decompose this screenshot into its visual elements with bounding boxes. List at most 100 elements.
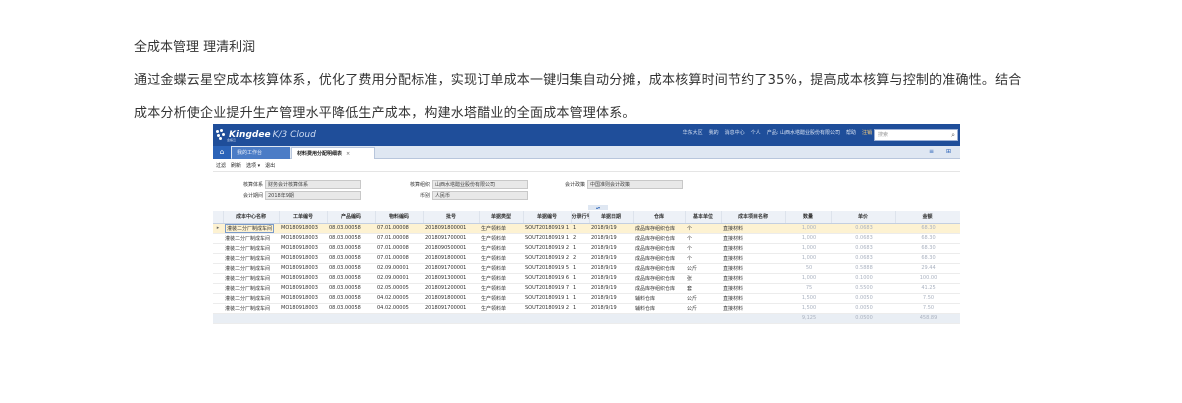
column-header[interactable]: 单据类型 xyxy=(479,211,524,224)
column-header[interactable]: 工单编号 xyxy=(279,211,328,224)
nav-messages[interactable]: 消息中心 xyxy=(725,129,745,136)
column-header[interactable]: 单据日期 xyxy=(589,211,634,224)
column-header[interactable]: 金额 xyxy=(895,211,960,224)
table-cell: 08.03.00058 xyxy=(327,273,375,284)
table-cell: MO180918003 xyxy=(279,293,327,304)
table-cell: 生产领料单 xyxy=(479,303,523,314)
column-header[interactable]: 产品编码 xyxy=(327,211,376,224)
org-value[interactable]: 山西水塔醋业股份有限公司 xyxy=(432,180,528,189)
table-cell: 2018091700001 xyxy=(423,303,479,314)
total-cell xyxy=(685,313,721,324)
close-icon[interactable]: × xyxy=(346,151,350,157)
tab-material-cost-allocation[interactable]: 材料费用分配明细表 × xyxy=(291,147,375,159)
column-header[interactable]: 成本中心名称 xyxy=(223,211,280,224)
table-cell: 2018090500001 xyxy=(423,243,479,254)
logo-subtitle: 金蝶云 xyxy=(227,138,237,142)
search-icon[interactable]: ⌕ xyxy=(951,130,955,140)
nav-organization[interactable]: 产品: 山西水塔醋业股份有限公司 xyxy=(767,129,840,136)
column-header[interactable]: 物料编码 xyxy=(375,211,424,224)
row-indicator xyxy=(213,303,223,314)
row-indicator xyxy=(213,233,223,244)
table-cell: 0.0050 xyxy=(831,293,895,304)
app-header: Kingdee K/3 Cloud 金蝶云 华东大区 我的 消息中心 个人 产品:… xyxy=(213,124,960,146)
nav-logout[interactable]: 注销 xyxy=(862,129,872,136)
refresh-button[interactable]: 刷新 xyxy=(231,162,241,169)
table-cell: 02.05.00005 xyxy=(375,283,423,294)
table-cell: MO180918003 xyxy=(279,243,327,254)
table-row[interactable]: 灌装二分厂制成车间 MO180918003 08.03.00058 07.01.000… xyxy=(213,233,960,244)
account-book-value[interactable]: 财务会计核算体系 xyxy=(265,180,361,189)
filter-button[interactable]: 过滤 xyxy=(216,162,226,169)
article: 全成本管理 理清利润 通过金蝶云星空成本核算体系，优化了费用分配标准，实现订单成… xyxy=(134,38,1034,130)
table-cell: 7.50 xyxy=(895,293,960,304)
table-cell: 灌装二分厂制成车间 xyxy=(223,223,279,234)
total-cell xyxy=(633,313,685,324)
nav-help[interactable]: 帮助 xyxy=(846,129,856,136)
tab-workbench[interactable]: 我的工作台 xyxy=(232,147,290,159)
total-cell xyxy=(213,313,223,324)
grid-body: ▸ 灌装二分厂制成车间 MO180918003 08.03.00058 07.01.00… xyxy=(213,223,960,324)
column-header[interactable]: 分录行号 xyxy=(571,211,590,224)
table-cell: 2018/9/19 xyxy=(589,243,633,254)
field-currency: 币别 人民币 xyxy=(398,191,528,200)
period-value[interactable]: 2018年9期 xyxy=(265,191,361,200)
table-cell: 2018/9/19 xyxy=(589,283,633,294)
table-cell: 02.09.00001 xyxy=(375,273,423,284)
column-header[interactable] xyxy=(213,211,224,224)
total-cell xyxy=(721,313,785,324)
options-button[interactable]: 选项 ▾ xyxy=(246,162,260,169)
column-header[interactable]: 仓库 xyxy=(633,211,686,224)
table-row[interactable]: 灌装二分厂制成车间 MO180918003 08.03.00058 02.05.000… xyxy=(213,283,960,294)
table-cell: 成品库存组织仓库 xyxy=(633,243,685,254)
exit-button[interactable]: 退出 xyxy=(265,162,275,169)
table-cell: 个 xyxy=(685,233,721,244)
currency-value[interactable]: 人民币 xyxy=(432,191,528,200)
table-row[interactable]: 灌装二分厂制成车间 MO180918003 08.03.00058 04.02.000… xyxy=(213,293,960,304)
table-cell: 2018/9/19 xyxy=(589,273,633,284)
tab-tools[interactable]: ≡ ⊞ xyxy=(929,148,956,155)
table-cell: 29.44 xyxy=(895,263,960,274)
table-row[interactable]: 灌装二分厂制成车间 MO180918003 08.03.00058 07.01.000… xyxy=(213,253,960,264)
table-cell: 07.01.00008 xyxy=(375,223,423,234)
column-header[interactable]: 成本项目名称 xyxy=(721,211,786,224)
table-cell: SOUT20180919 6 xyxy=(523,273,571,284)
cost-allocation-grid: 成本中心名称工单编号产品编码物料编码批号单据类型单据编号分录行号单据日期仓库基本… xyxy=(213,211,960,324)
table-cell: 1,500 xyxy=(785,303,831,314)
nav-region[interactable]: 华东大区 xyxy=(683,129,703,136)
table-cell: 成品库存组织仓库 xyxy=(633,273,685,284)
table-cell: 0.0683 xyxy=(831,243,895,254)
table-cell: 2018091800001 xyxy=(423,293,479,304)
table-cell: SOUT20180919 1 xyxy=(523,293,571,304)
column-header[interactable]: 基本单位 xyxy=(685,211,722,224)
nav-my[interactable]: 我的 xyxy=(709,129,719,136)
table-cell: SOUT20180919 2 xyxy=(523,243,571,254)
total-cell xyxy=(523,313,571,324)
total-cell xyxy=(223,313,279,324)
table-cell: 7.50 xyxy=(895,303,960,314)
home-icon[interactable]: ⌂ xyxy=(213,146,231,159)
table-cell: 68.30 xyxy=(895,233,960,244)
table-cell: SOUT20180919 2 xyxy=(523,253,571,264)
table-cell: 直接材料 xyxy=(721,233,785,244)
table-row[interactable]: 灌装二分厂制成车间 MO180918003 08.03.00058 04.02.000… xyxy=(213,303,960,314)
table-cell: 灌装二分厂制成车间 xyxy=(223,263,279,274)
table-cell: 直接材料 xyxy=(721,223,785,234)
current-cell[interactable]: 灌装二分厂制成车间 xyxy=(225,223,275,232)
table-cell: 0.5888 xyxy=(831,263,895,274)
column-header[interactable]: 批号 xyxy=(423,211,480,224)
column-header[interactable]: 单价 xyxy=(831,211,896,224)
column-header[interactable]: 单据编号 xyxy=(523,211,572,224)
table-row[interactable]: 灌装二分厂制成车间 MO180918003 08.03.00058 02.09.000… xyxy=(213,263,960,274)
search-input[interactable]: 搜索 ⌕ xyxy=(874,129,958,141)
table-cell: 2018091800001 xyxy=(423,253,479,264)
table-row[interactable]: ▸ 灌装二分厂制成车间 MO180918003 08.03.00058 07.01.00… xyxy=(213,223,960,234)
table-cell: 灌装二分厂制成车间 xyxy=(223,303,279,314)
column-header[interactable]: 数量 xyxy=(785,211,832,224)
table-row[interactable]: 灌装二分厂制成车间 MO180918003 08.03.00058 02.09.000… xyxy=(213,273,960,284)
nav-personal[interactable]: 个人 xyxy=(751,129,761,136)
table-row[interactable]: 灌装二分厂制成车间 MO180918003 08.03.00058 07.01.000… xyxy=(213,243,960,254)
table-cell: 直接材料 xyxy=(721,273,785,284)
table-cell: 08.03.00058 xyxy=(327,233,375,244)
policy-value[interactable]: 中国准则会计政策 xyxy=(587,180,683,189)
chevron-up-icon[interactable]: ▴▾ xyxy=(588,205,608,210)
